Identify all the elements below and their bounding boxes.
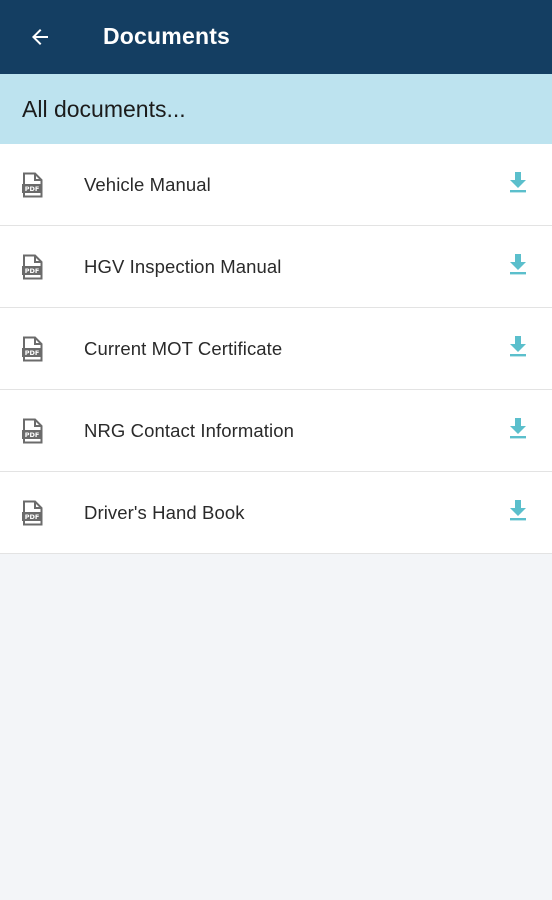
- download-icon: [508, 417, 528, 444]
- download-button[interactable]: [496, 163, 540, 207]
- pdf-file-icon: PDF: [22, 500, 44, 526]
- svg-text:PDF: PDF: [25, 185, 40, 193]
- documents-screen: Documents All documents... PDF Vehicle M…: [0, 0, 552, 900]
- document-item[interactable]: PDF Vehicle Manual: [0, 144, 552, 226]
- pdf-file-icon: PDF: [22, 172, 44, 198]
- document-item[interactable]: PDF NRG Contact Information: [0, 390, 552, 472]
- document-name: NRG Contact Information: [84, 419, 294, 441]
- page-title: Documents: [103, 23, 231, 49]
- document-name: Driver's Hand Book: [84, 501, 245, 523]
- section-header: All documents...: [0, 74, 552, 144]
- pdf-file-icon: PDF: [22, 254, 44, 280]
- arrow-left-icon: [28, 25, 52, 49]
- document-item[interactable]: PDF Current MOT Certificate: [0, 308, 552, 390]
- document-list: PDF Vehicle Manual PDF HGV Inspection Ma…: [0, 144, 552, 554]
- download-icon: [508, 335, 528, 362]
- download-icon: [508, 171, 528, 198]
- download-button[interactable]: [496, 409, 540, 453]
- download-button[interactable]: [496, 327, 540, 371]
- pdf-file-icon: PDF: [22, 418, 44, 444]
- document-name: Current MOT Certificate: [84, 337, 283, 359]
- section-label: All documents...: [22, 95, 186, 122]
- download-icon: [508, 253, 528, 280]
- svg-text:PDF: PDF: [25, 349, 40, 357]
- document-name: HGV Inspection Manual: [84, 255, 282, 277]
- svg-text:PDF: PDF: [25, 513, 40, 521]
- svg-text:PDF: PDF: [25, 431, 40, 439]
- document-item[interactable]: PDF HGV Inspection Manual: [0, 226, 552, 308]
- svg-text:PDF: PDF: [25, 267, 40, 275]
- download-icon: [508, 499, 528, 526]
- back-button[interactable]: [0, 0, 82, 74]
- download-button[interactable]: [496, 491, 540, 535]
- download-button[interactable]: [496, 245, 540, 289]
- document-item[interactable]: PDF Driver's Hand Book: [0, 472, 552, 554]
- pdf-file-icon: PDF: [22, 336, 44, 362]
- document-name: Vehicle Manual: [84, 173, 211, 195]
- app-bar: Documents: [0, 0, 552, 74]
